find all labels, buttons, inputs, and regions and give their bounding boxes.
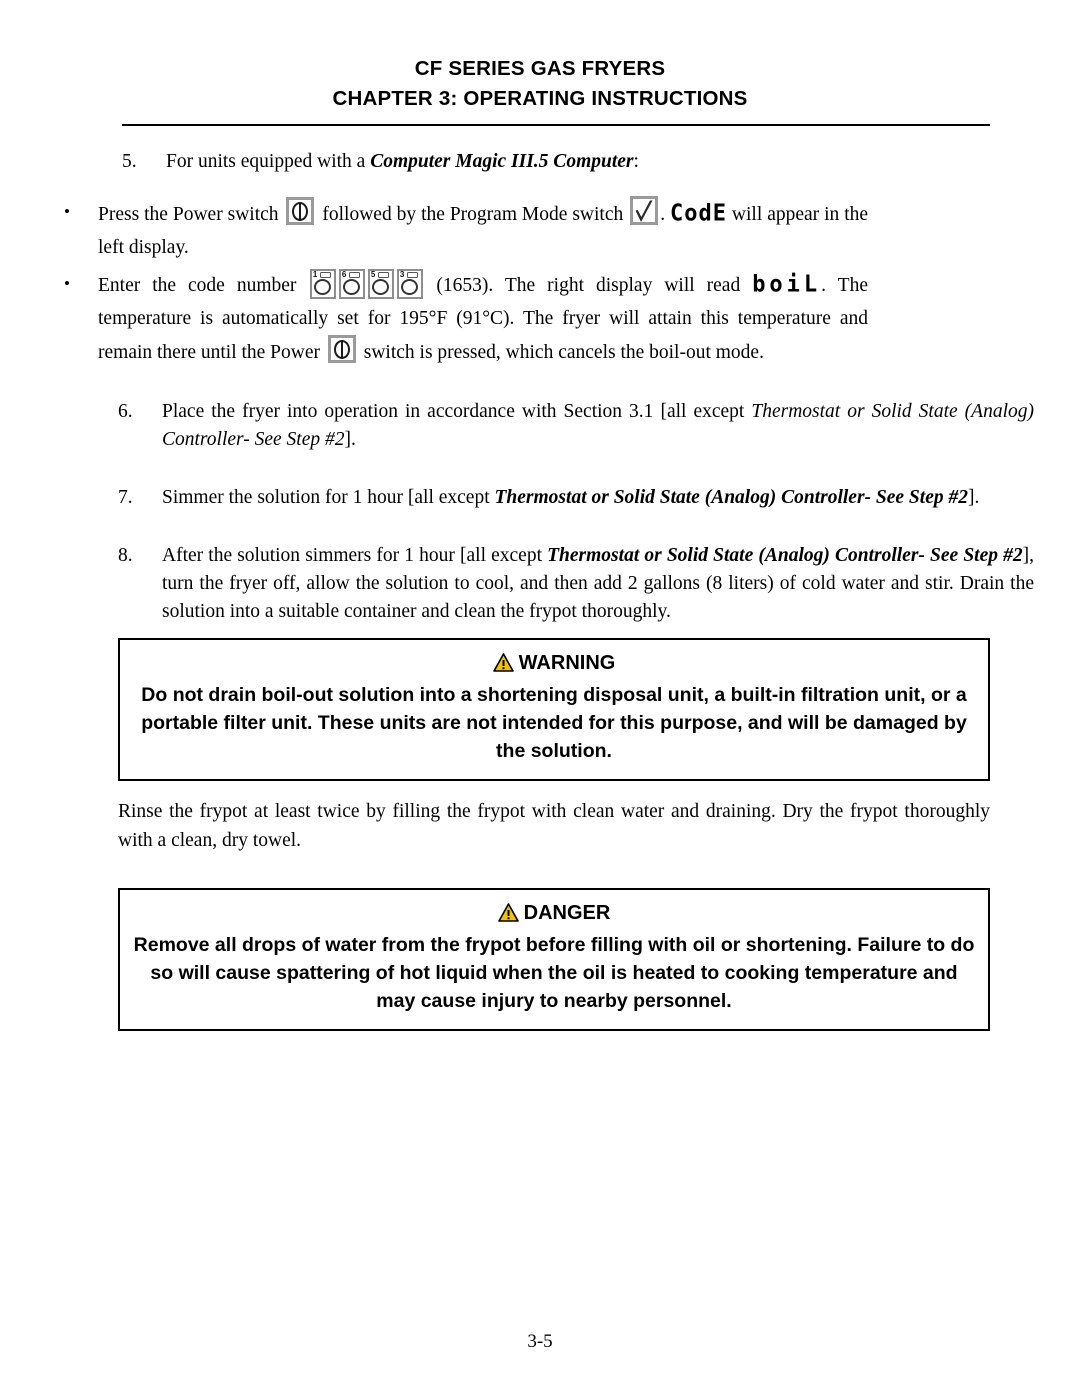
step-7-bold-italic-note: Thermostat or Solid State (Analog) Contr…	[494, 487, 968, 508]
bullet-1-text-2: followed by the Program Mode switch	[317, 204, 629, 225]
header-divider-rule	[122, 124, 990, 126]
warning-heading-text: WARNING	[518, 652, 616, 674]
step-5-bullet-list: • Press the Power switch followed by the …	[62, 196, 868, 369]
product-button-pill	[406, 272, 418, 278]
step-5: 5. For units equipped with a Computer Ma…	[122, 148, 1034, 176]
page-number: 3-5	[527, 1331, 553, 1352]
danger-heading-text: DANGER	[523, 902, 611, 924]
product-button-icon-4: 3	[396, 269, 423, 299]
check-glyph	[635, 200, 653, 222]
product-button-circle	[342, 279, 360, 295]
power-switch-icon	[327, 335, 356, 363]
step-7-number: 7.	[118, 487, 133, 508]
warning-triangle-icon	[492, 653, 514, 679]
step-7: 7. Simmer the solution for 1 hour [all e…	[118, 484, 1034, 512]
bullet-2-text-1: Enter the code number	[98, 275, 309, 296]
danger-triangle-glyph	[497, 903, 519, 922]
step-8-bold-italic-note: Thermostat or Solid State (Analog) Contr…	[547, 545, 1023, 566]
bullet-2-text-2: (1653). The right display will read	[424, 275, 753, 296]
step-5-product-name: Computer Magic III.5 Computer	[370, 151, 634, 172]
document-title-line2: CHAPTER 3: OPERATING INSTRUCTIONS	[0, 84, 1080, 114]
warning-heading-row: WARNING	[132, 650, 976, 679]
step-6: 6. Place the fryer into operation in acc…	[118, 398, 1034, 454]
bullet-2-text-4: switch is pressed, which cancels the boi…	[358, 342, 764, 363]
step-7-text-before: Simmer the solution for 1 hour [all exce…	[162, 487, 495, 508]
product-button-icon-2: 6	[338, 269, 365, 299]
product-button-digit: 5	[370, 270, 376, 279]
product-button-pill	[319, 272, 331, 278]
step-6-number: 6.	[118, 401, 133, 422]
product-button-digit: 6	[341, 270, 347, 279]
display-word-code: CodE	[670, 200, 727, 227]
step-8: 8. After the solution simmers for 1 hour…	[118, 542, 1034, 626]
product-button-digit: 1	[312, 270, 318, 279]
program-mode-check-icon	[630, 196, 659, 225]
document-page: CF SERIES GAS FRYERS CHAPTER 3: OPERATIN…	[0, 0, 1080, 1397]
product-button-circle	[371, 279, 389, 295]
step-8-text-before: After the solution simmers for 1 hour [a…	[162, 545, 548, 566]
warning-callout-box: WARNING Do not drain boil-out solution i…	[118, 638, 990, 781]
bullet-1-text-3: .	[660, 204, 671, 225]
product-button-circle	[313, 279, 331, 295]
power-bar	[340, 341, 343, 357]
step-5-lead-after: :	[633, 151, 639, 172]
product-button-icon-1: 1	[309, 269, 336, 299]
step-7-text-after: ].	[967, 487, 980, 508]
warning-body-text: Do not drain boil-out solution into a sh…	[141, 684, 967, 762]
chapter-title: 3: OPERATING INSTRUCTIONS	[438, 87, 748, 110]
product-button-circle	[400, 279, 418, 295]
danger-body-text: Remove all drops of water from the frypo…	[133, 934, 975, 1012]
power-switch-icon	[286, 197, 315, 225]
step-5-bullet-1: • Press the Power switch followed by the …	[62, 196, 868, 264]
product-button-pill	[377, 272, 389, 278]
step-6-text-before: Place the fryer into operation in accord…	[162, 401, 752, 422]
bullet-marker: •	[64, 202, 70, 221]
product-button-icon-3: 5	[367, 269, 394, 299]
warning-triangle-glyph	[492, 653, 514, 672]
product-button-digit: 3	[399, 270, 405, 279]
bullet-1-text-1: Press the Power switch	[98, 204, 284, 225]
chapter-label: CHAPTER	[332, 87, 433, 110]
bullet-marker: •	[64, 274, 70, 293]
document-body: 5. For units equipped with a Computer Ma…	[0, 148, 1080, 626]
document-title-line1: CF SERIES GAS FRYERS	[414, 57, 666, 80]
display-word-boil: boiL	[752, 271, 822, 298]
power-bar	[299, 203, 302, 219]
step-6-text-after: ].	[344, 429, 356, 450]
danger-triangle-icon	[497, 903, 519, 929]
step-5-lead-before: For units equipped with a	[166, 151, 371, 172]
product-button-pill	[348, 272, 360, 278]
step-5-number: 5.	[122, 151, 137, 172]
danger-callout-box: DANGER Remove all drops of water from th…	[118, 888, 990, 1031]
danger-heading-row: DANGER	[132, 900, 976, 929]
step-5-bullet-2: • Enter the code number 1 6 5 3 (1653). The …	[62, 268, 868, 369]
step-8-number: 8.	[118, 545, 133, 566]
rinse-paragraph: Rinse the frypot at least twice by filli…	[118, 801, 990, 851]
